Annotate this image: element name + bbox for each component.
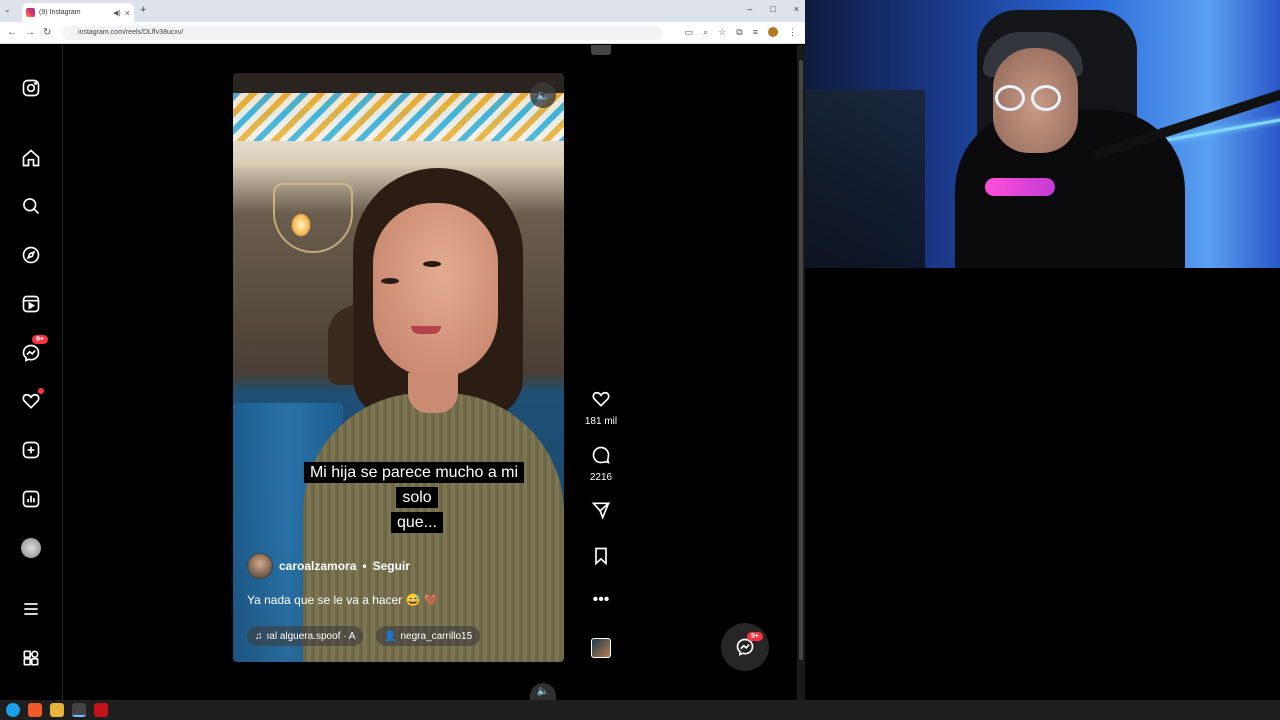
left-eye	[381, 278, 399, 284]
url-field[interactable]: instagram.com/reels/DLffv38ucxv/	[62, 26, 662, 40]
create-icon[interactable]	[20, 439, 42, 461]
file-explorer-icon[interactable]	[50, 703, 64, 717]
zigzag-wall-decor	[233, 93, 564, 141]
explore-icon[interactable]	[20, 244, 42, 266]
caption-line-1: Mi hija se parece mucho a mi solo	[303, 462, 525, 508]
instagram-favicon-icon	[26, 8, 35, 17]
next-reel-mute-button[interactable]: 🔈	[530, 683, 556, 700]
close-window-button[interactable]: ×	[794, 4, 799, 14]
webcam-overlay	[805, 0, 1280, 268]
send-icon	[591, 502, 611, 520]
caption-line-2: que...	[390, 512, 444, 533]
browser-window: ⌄ (9) Instagram ◀) × + – □ × ← → ↻ insta…	[0, 0, 805, 700]
lips	[411, 326, 441, 334]
new-tab-button[interactable]: +	[140, 4, 146, 16]
tagged-user-pill[interactable]: 👤 negra_carrillo15	[376, 626, 481, 646]
browser-menu-icon[interactable]: ⋮	[788, 27, 797, 38]
follow-button[interactable]: Seguir	[373, 559, 410, 573]
window-controls: – □ ×	[747, 4, 799, 14]
instagram-logo-icon[interactable]	[20, 77, 42, 99]
caption-text: Mi hija se parece mucho a mi solo que...	[291, 460, 543, 535]
reload-icon[interactable]: ↻	[43, 27, 51, 38]
music-note-icon: ♫	[255, 630, 263, 642]
tab-audio-icon[interactable]: ◀)	[113, 9, 121, 17]
reels-icon[interactable]	[20, 293, 42, 315]
comment-icon	[592, 446, 610, 464]
person-neck	[408, 373, 458, 413]
media-icon[interactable]: ≡	[753, 27, 758, 38]
menu-icon[interactable]	[20, 598, 42, 620]
comment-button[interactable]: 2216	[584, 445, 618, 483]
minimize-button[interactable]: –	[747, 4, 752, 14]
author-avatar[interactable]	[247, 553, 273, 579]
bookmark-star-icon[interactable]: ☆	[718, 27, 726, 38]
right-eye	[423, 261, 441, 267]
separator-dot: •	[362, 559, 367, 573]
browser-tab[interactable]: (9) Instagram ◀) ×	[22, 3, 134, 22]
extensions-icon[interactable]: ⧉	[736, 27, 742, 38]
messages-floating-button[interactable]: 9+	[721, 623, 769, 671]
tagged-username: negra_carrillo15	[400, 630, 473, 642]
like-count: 181 mil	[584, 416, 618, 427]
search-icon[interactable]	[20, 195, 42, 217]
author-username[interactable]: caroalzamora	[279, 559, 356, 573]
scrollbar-thumb[interactable]	[799, 60, 803, 660]
back-icon[interactable]: ←	[7, 27, 17, 38]
comment-count: 2216	[589, 472, 613, 483]
bookmark-icon	[595, 547, 607, 566]
maximize-button[interactable]: □	[770, 4, 775, 14]
messages-fab-badge: 9+	[747, 632, 763, 641]
post-description[interactable]: Ya nada que se le va a hacer 😅 🤎	[247, 593, 439, 607]
zoom-icon[interactable]: ⌕	[703, 27, 708, 38]
profile-picture	[21, 538, 41, 558]
tab-search-icon[interactable]: ⌄	[4, 5, 11, 14]
author-row: caroalzamora • Seguir	[247, 553, 410, 579]
audio-thumbnail[interactable]	[591, 638, 611, 658]
speaker-icon: 🔈	[536, 686, 550, 697]
messenger-icon[interactable]: 9+	[20, 335, 48, 364]
profile-avatar[interactable]	[20, 537, 42, 559]
right-lens	[1031, 85, 1061, 111]
more-options-button[interactable]: •••	[584, 592, 618, 608]
glasses	[995, 85, 1065, 113]
dashboard-icon[interactable]	[20, 488, 42, 510]
tab-close-icon[interactable]: ×	[125, 8, 134, 18]
tab-title: (9) Instagram	[39, 9, 81, 16]
audio-pill[interactable]: ♫ ıal alguera.spoof · A	[247, 626, 364, 646]
like-button[interactable]: 181 mil	[584, 389, 618, 427]
mute-toggle-button[interactable]: 🔈	[530, 82, 556, 108]
rgb-microphone	[985, 178, 1055, 196]
reel-caption-overlay: Mi hija se parece mucho a mi solo que...	[291, 460, 543, 533]
heart-icon	[592, 391, 610, 407]
toolbar-icons: ▭ ⌕ ☆ ⧉ ≡ ⋮	[685, 27, 797, 38]
edge-icon[interactable]	[6, 703, 20, 717]
share-button[interactable]	[584, 500, 618, 525]
instagram-sidebar: 9+	[0, 45, 63, 700]
notification-dot	[38, 388, 44, 394]
background-shelf	[805, 90, 925, 268]
home-icon[interactable]	[20, 147, 42, 169]
chrome-icon[interactable]	[72, 703, 86, 717]
user-icon: 👤	[384, 630, 397, 642]
forward-icon[interactable]: →	[25, 27, 35, 38]
speaker-icon: 🔈	[536, 89, 550, 102]
messages-badge: 9+	[32, 335, 48, 344]
lamp-bulb	[291, 213, 311, 237]
profile-avatar-icon[interactable]	[768, 27, 778, 37]
brave-icon[interactable]	[28, 703, 42, 717]
app-icon[interactable]	[94, 703, 108, 717]
previous-reel-thumb[interactable]	[591, 45, 611, 55]
screen-cast-icon[interactable]: ▭	[685, 27, 694, 38]
address-bar-row: ← → ↻ instagram.com/reels/DLffv38ucxv/ ▭…	[0, 22, 805, 44]
audio-name: ıal alguera.spoof · A	[266, 630, 356, 642]
person-face	[373, 203, 498, 378]
left-lens	[995, 85, 1025, 111]
more-dots-icon: •••	[592, 591, 610, 608]
pendant-lamp	[273, 183, 353, 253]
also-from-meta-icon[interactable]	[20, 647, 42, 669]
taskbar	[0, 700, 1280, 720]
save-button[interactable]	[584, 546, 618, 571]
tab-bar: ⌄ (9) Instagram ◀) × + – □ ×	[0, 0, 805, 22]
notifications-heart-icon[interactable]	[20, 388, 44, 412]
